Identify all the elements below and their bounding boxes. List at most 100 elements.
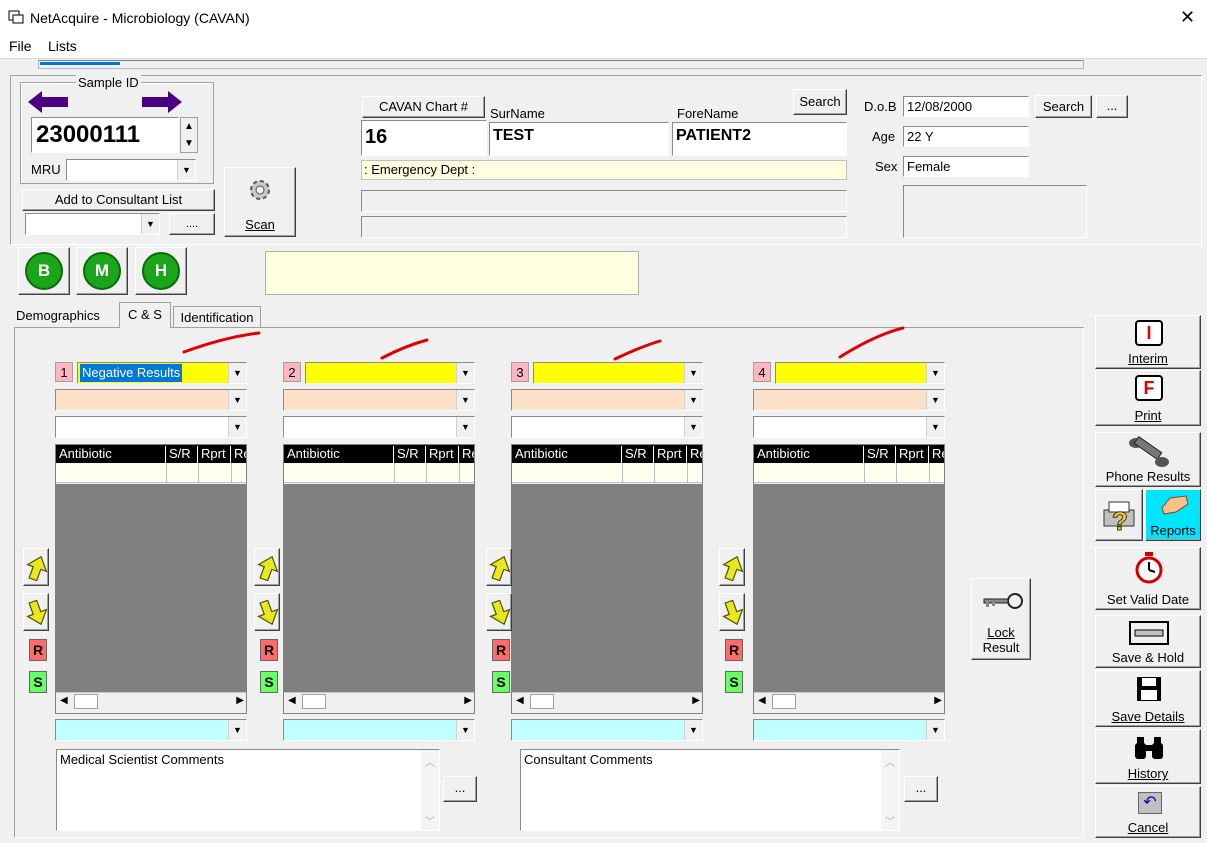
move-up-button[interactable] [254, 548, 280, 586]
organism-detail-dropdown[interactable]: ▼ [511, 416, 703, 438]
organism-dropdown[interactable]: ▼ [533, 362, 703, 384]
consultant-ellipsis-button[interactable]: ... [904, 776, 938, 802]
scroll-left-icon[interactable]: ◀ [516, 695, 524, 706]
scroll-thumb[interactable] [530, 694, 554, 709]
save-details-button[interactable]: Save Details [1095, 670, 1201, 727]
interim-button[interactable]: I Interim [1095, 315, 1201, 369]
surname-input[interactable]: TEST [489, 122, 669, 156]
scroll-right-icon[interactable]: ▶ [464, 695, 472, 706]
tab-demographics[interactable]: Demographics [16, 308, 100, 323]
consultant-dropdown[interactable]: ▼ [25, 213, 160, 235]
chevron-down-icon[interactable]: ▼ [456, 720, 474, 740]
consultant-comments[interactable]: Consultant Comments ︿ ﹀ [520, 749, 900, 831]
cancel-button[interactable]: ↶ Cancel [1095, 786, 1201, 838]
chevron-down-icon[interactable]: ▼ [456, 363, 474, 383]
sensitive-button[interactable]: S [29, 671, 47, 693]
previous-arrow-icon[interactable] [28, 91, 70, 113]
chevron-down-icon[interactable]: ▼ [141, 214, 159, 234]
resistant-button[interactable]: R [260, 639, 278, 661]
organism-detail-dropdown[interactable]: ▼ [55, 416, 247, 438]
age-input[interactable]: 22 Y [903, 126, 1029, 147]
scroll-right-icon[interactable]: ▶ [692, 695, 700, 706]
print-button[interactable]: F Print [1095, 370, 1201, 426]
organism-dropdown[interactable]: ▼ [305, 362, 475, 384]
organism-detail-dropdown[interactable]: ▼ [283, 416, 475, 438]
chevron-down-icon[interactable]: ▼ [684, 363, 702, 383]
grid-scrollbar[interactable]: ◀ ▶ [512, 692, 702, 710]
next-arrow-icon[interactable] [140, 91, 182, 113]
move-up-button[interactable] [23, 548, 49, 586]
phone-results-button[interactable]: Phone Results [1095, 432, 1201, 487]
save-hold-button[interactable]: Save & Hold [1095, 615, 1201, 668]
close-icon[interactable]: ✕ [1180, 8, 1195, 26]
chevron-down-icon[interactable]: ▼ [228, 390, 246, 410]
scroll-right-icon[interactable]: ▶ [236, 695, 244, 706]
organism-detail-dropdown[interactable]: ▼ [753, 416, 945, 438]
sex-input[interactable]: Female [903, 156, 1029, 177]
move-down-button[interactable] [254, 593, 280, 631]
scroll-left-icon[interactable]: ◀ [758, 695, 766, 706]
panel-comment-dropdown[interactable]: ▼ [55, 719, 247, 741]
reports-button[interactable]: Reports [1145, 489, 1201, 541]
move-up-button[interactable] [486, 548, 512, 586]
organism-quantity-dropdown[interactable]: ▼ [283, 389, 475, 411]
resistant-button[interactable]: R [29, 639, 47, 661]
organism-dropdown[interactable]: Negative Results ▼ [77, 362, 247, 384]
m-button[interactable]: M [76, 247, 128, 295]
scrollbar[interactable]: ︿ ﹀ [881, 750, 899, 830]
sample-id-input[interactable]: 23000111 [31, 117, 179, 153]
antibiotic-grid[interactable]: Antibiotic S/R Rprt Re ◀ ▶ [753, 444, 945, 714]
panel-comment-dropdown[interactable]: ▼ [511, 719, 703, 741]
scientist-comments[interactable]: Medical Scientist Comments ︿ ﹀ [56, 749, 440, 831]
chevron-down-icon[interactable]: ▼ [926, 390, 944, 410]
forename-input[interactable]: PATIENT2 [672, 122, 847, 156]
antibiotic-grid[interactable]: Antibiotic S/R Rprt Re ◀ ▶ [55, 444, 247, 714]
chart-number-input[interactable]: 16 [361, 120, 487, 156]
tab-identification[interactable]: Identification [173, 306, 261, 328]
grid-scrollbar[interactable]: ◀ ▶ [56, 692, 246, 710]
tab-cs[interactable]: C & S [119, 302, 171, 328]
organism-quantity-dropdown[interactable]: ▼ [511, 389, 703, 411]
chevron-down-icon[interactable]: ▼ [684, 390, 702, 410]
scientist-ellipsis-button[interactable]: ... [443, 776, 477, 802]
sensitive-button[interactable]: S [260, 671, 278, 693]
b-button[interactable]: B [18, 247, 70, 295]
lock-result-button[interactable]: Lock Result [971, 578, 1031, 660]
grid-row[interactable] [754, 463, 944, 483]
scrollbar[interactable]: ︿ ﹀ [421, 750, 439, 830]
patient-search-button[interactable]: Search [793, 89, 847, 115]
chevron-down-icon[interactable]: ▼ [228, 720, 246, 740]
dob-search-button[interactable]: Search [1035, 95, 1092, 118]
move-down-button[interactable] [23, 593, 49, 631]
sensitive-button[interactable]: S [725, 671, 743, 693]
scan-button[interactable]: Scan [224, 167, 296, 237]
organism-dropdown[interactable]: ▼ [775, 362, 945, 384]
grid-row[interactable] [284, 463, 474, 483]
move-down-button[interactable] [486, 593, 512, 631]
chevron-down-icon[interactable]: ▼ [926, 417, 944, 437]
chevron-down-icon[interactable]: ▼ [926, 363, 944, 383]
chevron-down-icon[interactable]: ▼ [684, 417, 702, 437]
antibiotic-grid[interactable]: Antibiotic S/R Rprt Re ◀ ▶ [511, 444, 703, 714]
scroll-thumb[interactable] [74, 694, 98, 709]
organism-quantity-dropdown[interactable]: ▼ [55, 389, 247, 411]
chevron-down-icon[interactable]: ▼ [456, 417, 474, 437]
panel-comment-dropdown[interactable]: ▼ [753, 719, 945, 741]
scroll-left-icon[interactable]: ◀ [60, 695, 68, 706]
dob-input[interactable]: 12/08/2000 [903, 96, 1029, 117]
move-up-button[interactable] [719, 548, 745, 586]
resistant-button[interactable]: R [492, 639, 510, 661]
move-down-button[interactable] [719, 593, 745, 631]
add-consultant-button[interactable]: Add to Consultant List [22, 189, 215, 211]
chevron-down-icon[interactable]: ▼ [684, 720, 702, 740]
antibiotic-grid[interactable]: Antibiotic S/R Rprt Re ◀ ▶ [283, 444, 475, 714]
h-button[interactable]: H [135, 247, 187, 295]
set-valid-date-button[interactable]: Set Valid Date [1095, 547, 1201, 610]
dob-ellipsis-button[interactable]: ... [1096, 95, 1128, 118]
chevron-down-icon[interactable]: ▼ [456, 390, 474, 410]
grid-scrollbar[interactable]: ◀ ▶ [754, 692, 944, 710]
scroll-right-icon[interactable]: ▶ [934, 695, 942, 706]
help-button[interactable]: ? [1095, 489, 1143, 541]
chevron-down-icon[interactable]: ▼ [228, 363, 246, 383]
menu-lists[interactable]: Lists [48, 38, 77, 54]
